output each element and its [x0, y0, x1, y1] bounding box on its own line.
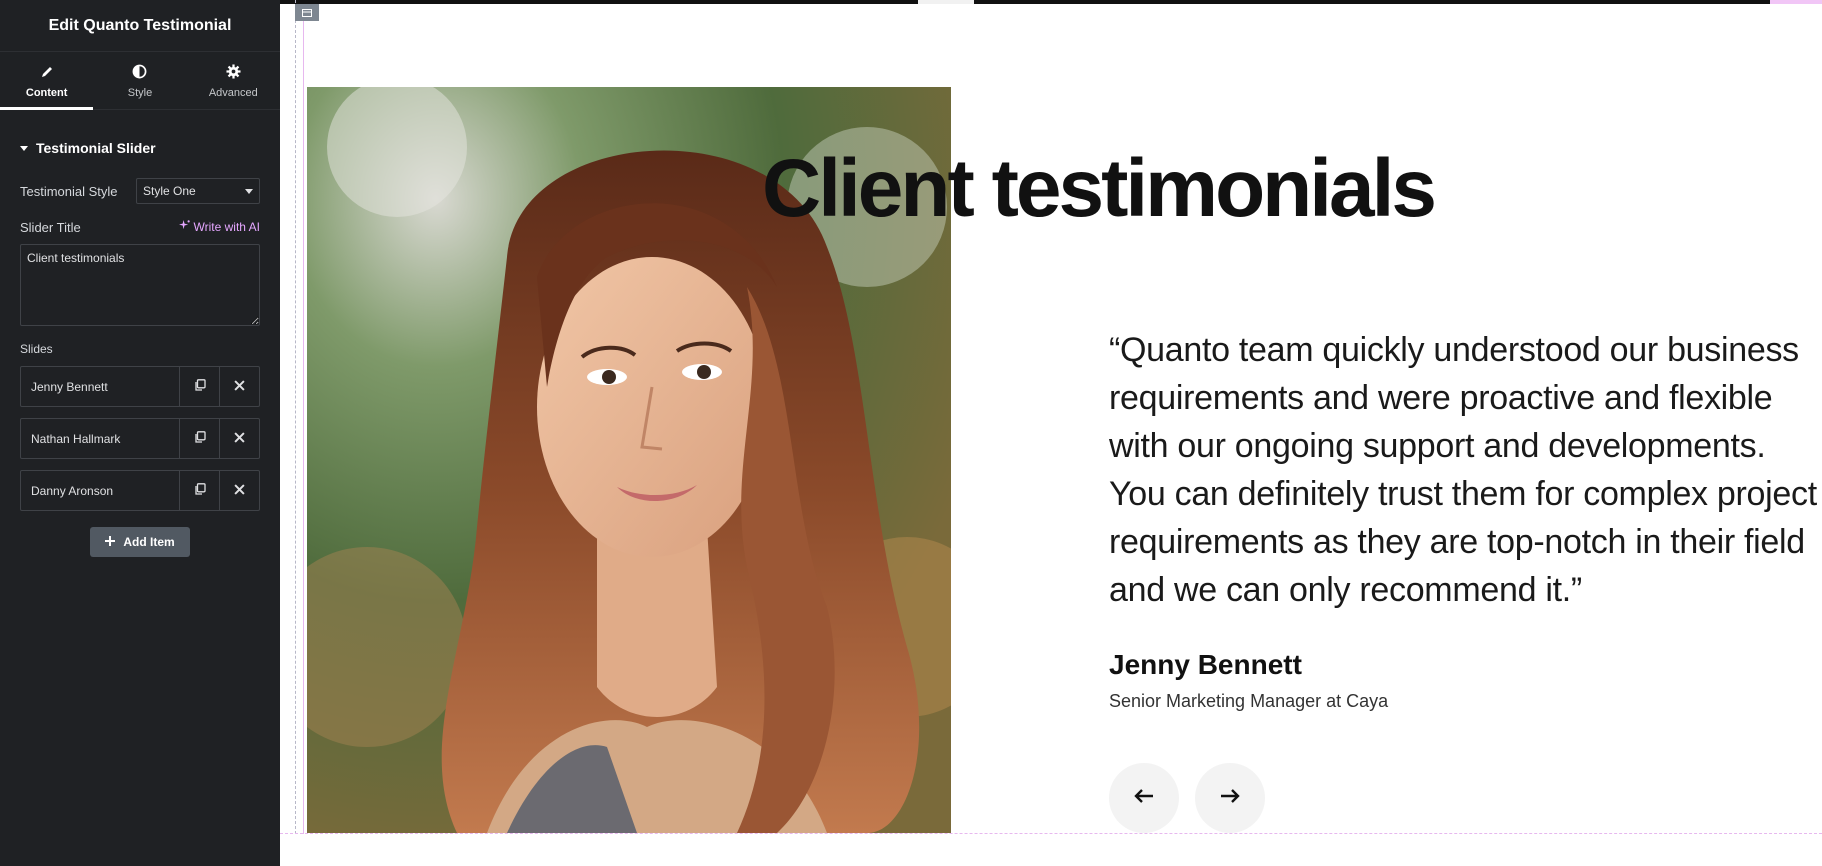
tab-advanced[interactable]: Advanced	[187, 52, 280, 109]
chevron-down-icon	[245, 188, 253, 194]
slide-item: Danny Aronson	[20, 470, 260, 511]
top-strip	[280, 0, 1822, 4]
caret-down-icon	[20, 145, 28, 151]
slider-title-input[interactable]: Client testimonials	[20, 244, 260, 326]
tab-style[interactable]: Style	[93, 52, 186, 109]
slider-title-label: Slider Title	[20, 219, 81, 235]
slide-item: Nathan Hallmark	[20, 418, 260, 459]
slide-item-name[interactable]: Danny Aronson	[21, 471, 179, 510]
write-with-ai-button[interactable]: Write with AI	[178, 220, 260, 234]
tab-content[interactable]: Content	[0, 52, 94, 110]
testimonials-heading: Client testimonials	[762, 143, 1437, 234]
copy-icon	[194, 430, 206, 448]
duplicate-slide-button[interactable]	[179, 471, 219, 510]
duplicate-slide-button[interactable]	[179, 419, 219, 458]
testimonial-author-name: Jenny Bennett	[1109, 649, 1302, 680]
sparkle-icon	[178, 220, 190, 234]
next-slide-button[interactable]	[1195, 763, 1265, 833]
tab-style-label: Style	[127, 86, 153, 99]
slides-label: Slides	[20, 342, 53, 356]
testimonial-quote: “Quanto team quickly understood our busi…	[1109, 331, 1817, 609]
previous-slide-button[interactable]	[1109, 763, 1179, 833]
arrow-right-icon	[1220, 788, 1240, 809]
section-handle[interactable]	[295, 4, 319, 21]
section-title-label: Testimonial Slider	[36, 140, 156, 156]
close-icon	[234, 378, 245, 396]
plus-icon	[105, 535, 116, 549]
copy-icon	[194, 482, 206, 500]
section-toggle-testimonial-slider[interactable]: Testimonial Slider	[20, 140, 280, 156]
testimonial-author-role: Senior Marketing Manager at Caya	[1109, 691, 1389, 711]
section-guide	[295, 0, 296, 834]
editor-panel: Edit Quanto Testimonial Content Style Ad…	[0, 0, 280, 866]
testimonial-style-value: Style One	[143, 184, 196, 198]
close-icon	[234, 482, 245, 500]
slide-item-name[interactable]: Jenny Bennett	[21, 367, 179, 406]
slides-list: Jenny Bennett Nathan Hallmark Danny Aron…	[20, 366, 260, 511]
remove-slide-button[interactable]	[219, 367, 259, 406]
section-icon	[302, 4, 312, 22]
duplicate-slide-button[interactable]	[179, 367, 219, 406]
testimonial-style-select[interactable]: Style One	[136, 178, 260, 204]
section-bottom-guide	[280, 833, 1822, 834]
close-icon	[234, 430, 245, 448]
remove-slide-button[interactable]	[219, 419, 259, 458]
testimonial-style-label: Testimonial Style	[20, 183, 118, 199]
remove-slide-button[interactable]	[219, 471, 259, 510]
write-with-ai-label: Write with AI	[193, 220, 260, 234]
preview-canvas: Client testimonials “Quanto team quickly…	[280, 0, 1822, 866]
add-item-button[interactable]: Add Item	[90, 527, 190, 557]
pencil-icon	[38, 63, 56, 81]
panel-title: Edit Quanto Testimonial	[0, 0, 280, 52]
tab-advanced-label: Advanced	[208, 86, 258, 99]
slider-title-control: Slider Title Write with AI	[20, 218, 260, 236]
column-guide	[303, 20, 304, 834]
add-item-label: Add Item	[123, 535, 175, 549]
testimonial-style-control: Testimonial Style Style One	[20, 178, 260, 204]
copy-icon	[194, 378, 206, 396]
gear-icon	[224, 63, 242, 81]
contrast-icon	[131, 63, 149, 81]
slide-item: Jenny Bennett	[20, 366, 260, 407]
panel-tabs: Content Style Advanced	[0, 52, 280, 110]
arrow-left-icon	[1134, 788, 1154, 809]
slide-item-name[interactable]: Nathan Hallmark	[21, 419, 179, 458]
tab-content-label: Content	[25, 86, 68, 99]
